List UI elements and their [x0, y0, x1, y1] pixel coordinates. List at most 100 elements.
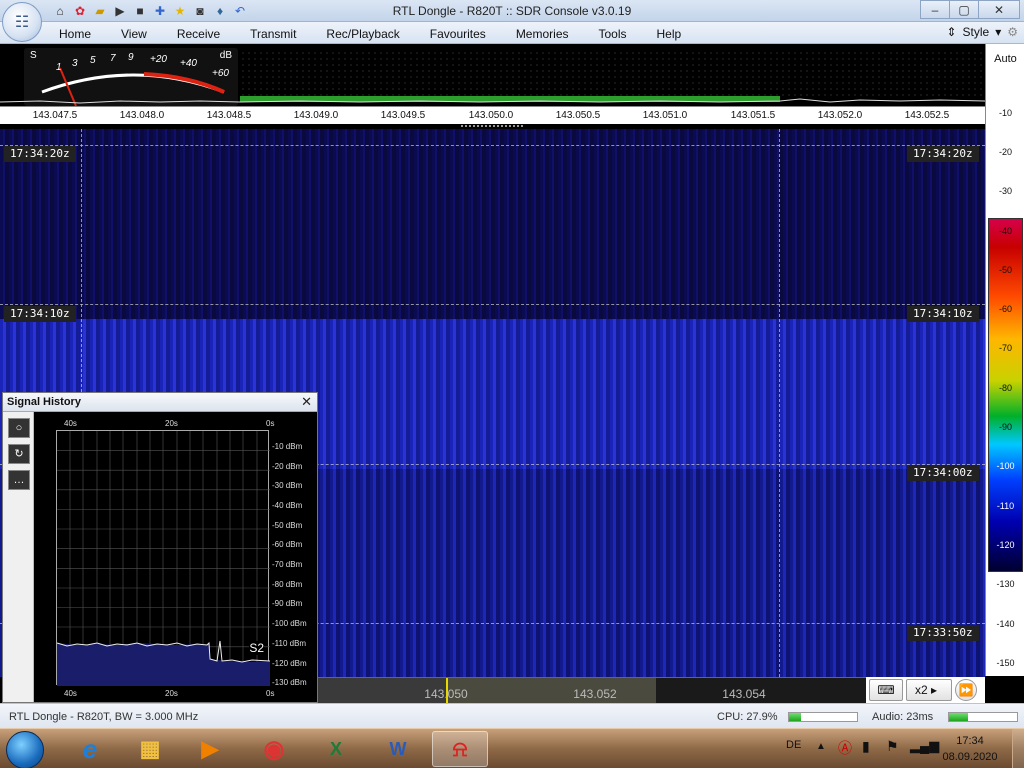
explorer-icon[interactable]: ▦ [122, 731, 178, 767]
title-bar: ⌂ ✿ ▰ ▶ ■ ✚ ★ ◙ ♦ ↶ RTL Dongle - R820T :… [0, 0, 1024, 22]
db-label: -130 [996, 579, 1015, 589]
record-button[interactable]: ○ [8, 418, 30, 438]
freq-label: 143.047.5 [32, 110, 78, 121]
refresh-button[interactable]: ↻ [8, 444, 30, 464]
sdr-console-icon[interactable]: ⍾ [432, 731, 488, 767]
zoom-selector[interactable]: x2 ▸ [906, 679, 952, 701]
chrome-icon[interactable]: ◉ [246, 731, 302, 767]
word-icon[interactable]: W [370, 731, 426, 767]
style-menu[interactable]: ⇕ Style ▾ ⚙ [946, 25, 1018, 39]
db-label: -10 [998, 108, 1012, 118]
show-desktop-button[interactable] [1012, 729, 1024, 768]
db-label: -90 [998, 422, 1012, 432]
skip-forward-button[interactable]: ⏩ [955, 679, 977, 701]
menu-favourites[interactable]: Favourites [415, 22, 501, 46]
menu-rec-playback[interactable]: Rec/Playback [311, 22, 414, 46]
freq-label: 143.051.0 [642, 110, 688, 121]
app-window: ⌂ ✿ ▰ ▶ ■ ✚ ★ ◙ ♦ ↶ RTL Dongle - R820T :… [0, 0, 1024, 768]
device-icon[interactable]: ▮ [862, 738, 870, 755]
spectrum-grid [240, 50, 982, 100]
language-indicator[interactable]: DE [786, 739, 801, 751]
tray-expand-icon[interactable]: ▲ [816, 741, 826, 752]
menu-memories[interactable]: Memories [501, 22, 584, 46]
passband-edge-right [779, 129, 780, 677]
acrobat-icon[interactable]: Ⓐ [838, 738, 852, 758]
clock-time: 17:34 [956, 735, 984, 747]
app-menu-icon: ☷ [14, 14, 30, 31]
freq-label: 143.049.5 [380, 110, 426, 121]
dbm-label: -30 dBm [272, 481, 303, 490]
gear-icon[interactable]: ⚙ [1007, 25, 1018, 39]
dbm-label: -130 dBm [272, 678, 307, 687]
close-button[interactable]: ✕ [978, 0, 1020, 19]
waterfall-band [0, 129, 985, 319]
time-line [0, 304, 985, 305]
meter-scale-7: 7 [110, 53, 116, 64]
minimize-button[interactable]: – [920, 0, 950, 19]
dbm-label: -120 dBm [272, 659, 307, 668]
start-button[interactable] [6, 731, 44, 768]
sort-icon: ⇕ [946, 25, 957, 39]
signal-trace [56, 431, 271, 686]
maximize-button[interactable]: ▢ [949, 0, 979, 19]
window-title: RTL Dongle - R820T :: SDR Console v3.0.1… [392, 4, 632, 18]
tuning-scale[interactable]: 143.050 143.052 143.054 [318, 677, 866, 704]
keyboard-button[interactable]: ⌨ [869, 679, 903, 701]
time-label: 17:33:50z [907, 625, 979, 641]
audio-meter [948, 712, 1018, 722]
db-scale[interactable]: Auto -10 -20 -30 -40 -50 -60 -70 -80 -90… [985, 44, 1024, 676]
db-label: -110 [996, 501, 1015, 511]
menu-view[interactable]: View [106, 22, 162, 46]
menu-transmit[interactable]: Transmit [235, 22, 311, 46]
frequency-axis[interactable]: 143.047.5 143.048.0 143.048.5 143.049.0 … [0, 106, 985, 124]
menu-receive[interactable]: Receive [162, 22, 235, 46]
time-label: 17:34:10z [907, 306, 979, 322]
excel-icon[interactable]: X [308, 731, 364, 767]
ie-icon[interactable]: e [62, 731, 118, 767]
keyboard-icon: ⌨ [877, 683, 895, 697]
auto-scale-button[interactable]: Auto [986, 53, 1024, 65]
device-status: RTL Dongle - R820T, BW = 3.000 MHz [9, 711, 199, 723]
clock[interactable]: 17:34 08.09.2020 [940, 733, 1000, 765]
menu-home[interactable]: Home [44, 22, 106, 46]
flag-icon[interactable]: ⚑ [886, 738, 899, 755]
time-axis-label: 0s [266, 689, 275, 698]
media-player-icon[interactable]: ▶ [182, 731, 238, 767]
window-controls: – ▢ ✕ [920, 0, 1020, 19]
dbm-label: -60 dBm [272, 540, 303, 549]
meter-scale-3: 3 [72, 58, 78, 69]
signal-icon[interactable]: ▂▄▆ [910, 738, 939, 754]
meter-scale-60: +60 [212, 68, 229, 79]
dbm-label: -110 dBm [272, 639, 307, 648]
menu-tools[interactable]: Tools [584, 22, 642, 46]
spectrum-trace [0, 98, 985, 104]
meter-s-label: S [30, 50, 37, 61]
menu-help[interactable]: Help [642, 22, 697, 46]
time-line [0, 145, 985, 146]
meter-scale-20: +20 [150, 54, 167, 65]
freq-label: 143.048.0 [119, 110, 165, 121]
dbm-label: -90 dBm [272, 599, 303, 608]
cpu-meter [788, 712, 858, 722]
app-menu-orb[interactable]: ☷ [2, 2, 42, 42]
db-label: -120 [996, 540, 1015, 550]
time-label: 17:34:10z [4, 306, 76, 322]
db-label: -40 [998, 226, 1012, 236]
spectrum-display[interactable]: S dB 1 3 5 7 9 +20 +40 +60 [0, 44, 985, 107]
tuning-controls: ⌨ x2 ▸ ⏩ [866, 677, 985, 703]
freq-label: 143.052.5 [904, 110, 950, 121]
meter-scale-5: 5 [90, 55, 96, 66]
meter-scale-1: 1 [56, 62, 62, 73]
signal-history-panel: Signal History ✕ ○ ↻ … 40s 20s 0s 40s 20… [2, 392, 318, 703]
tuning-label: 143.050 [424, 687, 468, 701]
dbm-label: -40 dBm [272, 501, 303, 510]
clock-date: 08.09.2020 [942, 751, 998, 763]
db-label: -30 [998, 186, 1012, 196]
close-icon[interactable]: ✕ [301, 394, 312, 410]
signal-history-plot[interactable]: 40s 20s 0s 40s 20s 0s S2 -10 dBm -20 dBm… [34, 412, 317, 702]
freq-label: 143.048.5 [206, 110, 252, 121]
more-button[interactable]: … [8, 470, 30, 490]
taskbar: e ▦ ▶ ◉ X W ⍾ DE ▲ Ⓐ ▮ ⚑ ▂▄▆ 17:34 08.09… [0, 728, 1024, 768]
meter-scale-9: 9 [128, 52, 134, 63]
audio-status: Audio: 23ms [872, 711, 934, 723]
